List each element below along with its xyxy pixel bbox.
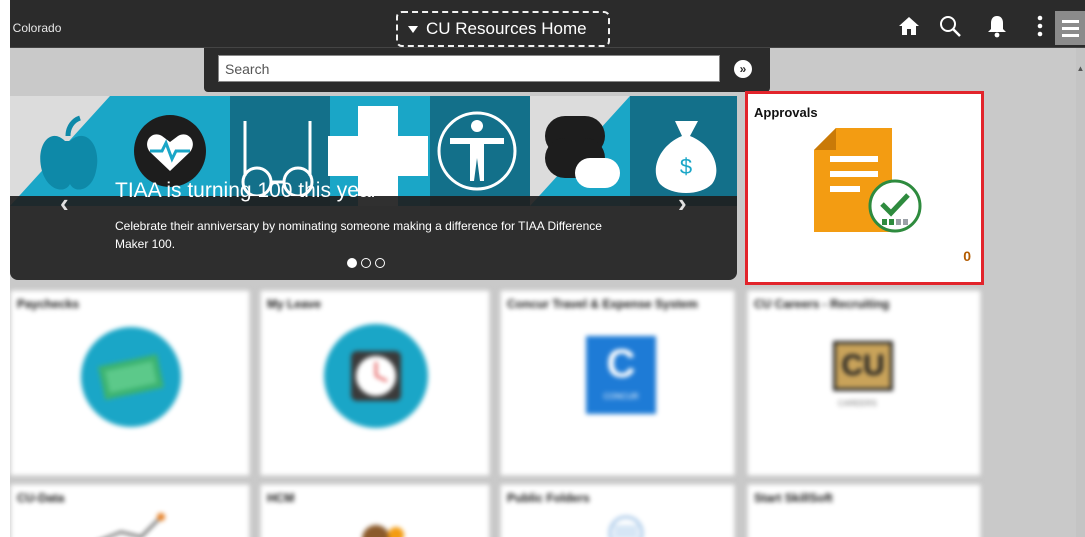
public-folders-tile-title: Public Folders (507, 491, 590, 505)
start-skillsoft-tile[interactable]: Start SkillSoft (747, 484, 981, 537)
hamburger-menu-icon[interactable] (1055, 11, 1085, 45)
search-go-icon[interactable]: » (734, 60, 752, 78)
approvals-document-icon (814, 128, 922, 233)
brand-text: ! Colorado (6, 21, 62, 35)
cu-data-tile[interactable]: CU-Data (10, 484, 250, 537)
more-vertical-icon[interactable] (1028, 14, 1052, 38)
paychecks-tile-title: Paychecks (17, 297, 80, 311)
paychecks-tile[interactable]: Paychecks (10, 290, 250, 476)
heart-pulse-icon (134, 115, 206, 187)
clock-icon (324, 324, 428, 428)
carousel-dot-2[interactable] (361, 258, 371, 268)
carousel-title[interactable]: TIAA is turning 100 this year (115, 179, 378, 203)
home-selector-label: CU Resources Home (426, 19, 587, 38)
concur-logo-icon: C CONCUR (586, 336, 656, 414)
home-page-selector[interactable]: CU Resources Home (396, 11, 610, 47)
approvals-count: 0 (963, 248, 971, 264)
my-leave-tile-title: My Leave (267, 297, 322, 311)
concur-tile-title: Concur Travel & Expense System (507, 297, 698, 311)
start-skillsoft-tile-title: Start SkillSoft (754, 491, 833, 505)
cu-careers-tile[interactable]: CU Careers - Recruiting CU CAREERS (747, 290, 981, 476)
cu-logo-icon: CU (833, 341, 893, 391)
cu-data-tile-title: CU-Data (17, 491, 65, 505)
hcm-tile-title: HCM (267, 491, 295, 505)
app-window: ! Colorado CU Resources Home » (0, 0, 1085, 537)
approvals-tile-title: Approvals (754, 105, 818, 120)
svg-text:$: $ (680, 154, 692, 179)
vertical-scrollbar[interactable] (1076, 48, 1085, 537)
carousel-dot-3[interactable] (375, 258, 385, 268)
people-icon (362, 525, 404, 537)
concur-logo-text: CONCUR (603, 392, 639, 401)
carousel-prev-button[interactable]: ‹ (60, 188, 69, 219)
bell-icon[interactable] (985, 14, 1009, 38)
news-carousel: $ TIAA is turning 100 this year Celebrat… (10, 96, 737, 280)
carousel-next-button[interactable]: › (678, 188, 687, 219)
search-bar: » (204, 48, 770, 92)
hcm-tile[interactable]: HCM (260, 484, 490, 537)
search-input[interactable] (218, 55, 720, 82)
public-folders-tile[interactable]: Public Folders (500, 484, 735, 537)
header-bar: ! Colorado CU Resources Home (10, 0, 1085, 48)
folder-icon (608, 515, 644, 537)
cu-careers-tile-title: CU Careers - Recruiting (754, 297, 890, 311)
carousel-dot-1[interactable] (347, 258, 357, 268)
carousel-pager (347, 258, 385, 268)
paychecks-icon (81, 327, 181, 427)
cu-careers-logo-text: CAREERS (838, 399, 877, 408)
chart-icon (105, 513, 165, 537)
scroll-up-arrow-icon[interactable]: ▲ (1076, 64, 1085, 73)
approvals-tile[interactable]: Approvals 0 (745, 91, 984, 285)
my-leave-tile[interactable]: My Leave (260, 290, 490, 476)
caret-down-icon (408, 25, 418, 33)
home-icon[interactable] (897, 14, 921, 38)
carousel-description: Celebrate their anniversary by nominatin… (115, 219, 602, 251)
concur-tile[interactable]: Concur Travel & Expense System C CONCUR (500, 290, 735, 476)
search-icon[interactable] (938, 14, 962, 38)
